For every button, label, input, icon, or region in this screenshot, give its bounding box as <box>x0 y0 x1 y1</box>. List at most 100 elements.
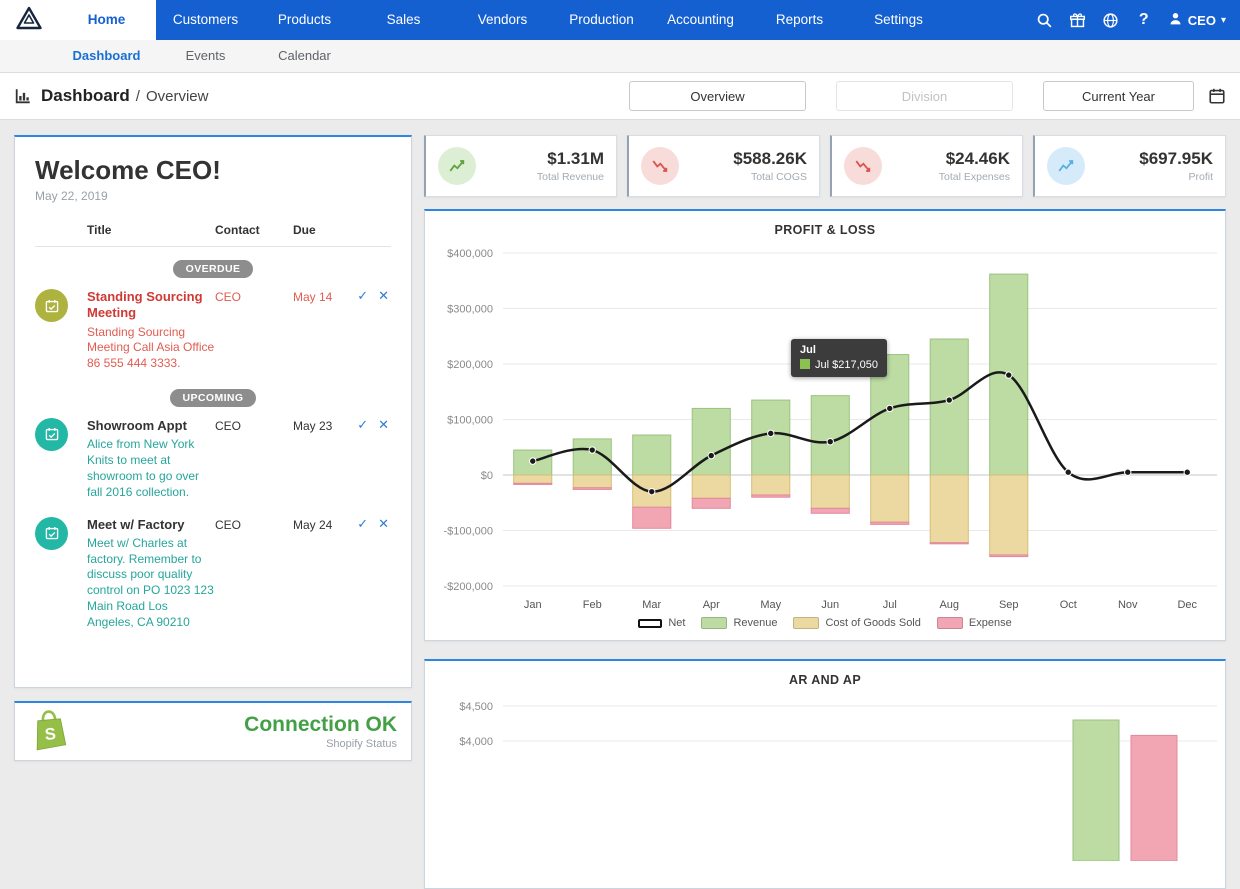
expense-bar-Sep[interactable] <box>990 555 1028 557</box>
nav-item-sales[interactable]: Sales <box>354 0 453 40</box>
calendar-button[interactable] <box>1208 87 1226 105</box>
svg-text:Jul: Jul <box>883 599 897 611</box>
complete-event-button[interactable]: ✓ <box>357 289 368 302</box>
nav-item-customers[interactable]: Customers <box>156 0 255 40</box>
cogs-bar-Jul[interactable] <box>871 475 909 522</box>
net-point-May[interactable] <box>768 430 774 436</box>
chevron-down-icon: ▾ <box>1221 15 1226 26</box>
logo-triangle-icon <box>16 6 42 35</box>
legend-item-cost-of-goods-sold[interactable]: Cost of Goods Sold <box>793 617 920 629</box>
event-row: Meet w/ FactoryMeet w/ Charles at factor… <box>35 517 391 631</box>
expense-bar-Mar[interactable] <box>633 507 671 528</box>
net-point-Feb[interactable] <box>589 447 595 453</box>
complete-event-button[interactable]: ✓ <box>357 517 368 530</box>
trend-chart-icon <box>1047 147 1085 185</box>
cogs-bar-Feb[interactable] <box>573 475 611 488</box>
app-logo[interactable] <box>0 0 57 40</box>
subnav-item-calendar[interactable]: Calendar <box>255 40 354 72</box>
subnav-item-dashboard[interactable]: Dashboard <box>57 40 156 72</box>
nav-item-products[interactable]: Products <box>255 0 354 40</box>
net-point-Jul[interactable] <box>887 405 893 411</box>
net-point-Dec[interactable] <box>1184 469 1190 475</box>
event-row: Standing Sourcing MeetingStanding Sourci… <box>35 289 391 372</box>
nav-item-home[interactable]: Home <box>57 0 156 40</box>
event-description: Alice from New York Knits to meet at sho… <box>87 437 215 500</box>
ap-bar[interactable] <box>1131 735 1177 861</box>
cogs-bar-Jan[interactable] <box>514 475 552 483</box>
legend-item-net[interactable]: Net <box>638 617 685 629</box>
overview-button[interactable]: Overview <box>629 81 806 111</box>
expense-bar-Jun[interactable] <box>811 508 849 513</box>
svg-text:$200,000: $200,000 <box>447 359 493 371</box>
net-point-Oct[interactable] <box>1065 469 1071 475</box>
net-point-Apr[interactable] <box>708 452 714 458</box>
svg-text:Mar: Mar <box>642 599 661 611</box>
dismiss-event-button[interactable]: ✕ <box>378 289 389 302</box>
legend-item-revenue[interactable]: Revenue <box>701 617 777 629</box>
svg-text:Nov: Nov <box>1118 599 1138 611</box>
kpi-value: $24.46K <box>939 149 1010 169</box>
globe-icon[interactable] <box>1102 11 1120 29</box>
column-header-contact: Contact <box>215 223 293 237</box>
net-line[interactable] <box>533 372 1188 491</box>
net-point-Sep[interactable] <box>1006 372 1012 378</box>
user-menu[interactable]: CEO ▾ <box>1168 11 1226 29</box>
revenue-bar-Mar[interactable] <box>633 435 671 475</box>
welcome-date: May 22, 2019 <box>35 189 391 203</box>
welcome-card: Welcome CEO! May 22, 2019 Title Contact … <box>14 135 412 688</box>
legend-item-expense[interactable]: Expense <box>937 617 1012 629</box>
welcome-title: Welcome CEO! <box>35 155 391 186</box>
svg-text:Oct: Oct <box>1060 599 1077 611</box>
bar-chart-icon <box>14 87 32 105</box>
kpi-label: Total Revenue <box>537 171 604 183</box>
subnav-item-events[interactable]: Events <box>156 40 255 72</box>
kpi-value: $697.95K <box>1139 149 1213 169</box>
nav-item-settings[interactable]: Settings <box>849 0 948 40</box>
cogs-bar-Apr[interactable] <box>692 475 730 498</box>
dismiss-event-button[interactable]: ✕ <box>378 517 389 530</box>
cogs-bar-May[interactable] <box>752 475 790 495</box>
shopify-status-card: S Connection OK Shopify Status <box>14 701 412 761</box>
revenue-bar-Aug[interactable] <box>930 339 968 475</box>
user-icon <box>1168 11 1183 29</box>
event-title: Showroom Appt <box>87 418 215 434</box>
nav-item-vendors[interactable]: Vendors <box>453 0 552 40</box>
page-title: Dashboard <box>41 86 130 106</box>
net-point-Aug[interactable] <box>946 397 952 403</box>
expense-bar-Jan[interactable] <box>514 483 552 484</box>
net-point-Mar[interactable] <box>649 488 655 494</box>
nav-item-reports[interactable]: Reports <box>750 0 849 40</box>
cogs-bar-Sep[interactable] <box>990 475 1028 555</box>
ar-ap-card: AR AND AP $4,500$4,000 <box>424 659 1226 889</box>
event-contact: CEO <box>215 289 293 372</box>
cogs-bar-Aug[interactable] <box>930 475 968 543</box>
expense-bar-Apr[interactable] <box>692 498 730 508</box>
gift-icon[interactable] <box>1069 11 1087 29</box>
revenue-bar-May[interactable] <box>752 400 790 475</box>
net-point-Jun[interactable] <box>827 439 833 445</box>
expense-bar-Jul[interactable] <box>871 522 909 524</box>
expense-bar-May[interactable] <box>752 495 790 497</box>
dismiss-event-button[interactable]: ✕ <box>378 418 389 431</box>
event-description: Meet w/ Charles at factory. Remember to … <box>87 536 215 631</box>
kpi-value: $1.31M <box>537 149 604 169</box>
complete-event-button[interactable]: ✓ <box>357 418 368 431</box>
ar-bar[interactable] <box>1073 720 1119 861</box>
nav-item-accounting[interactable]: Accounting <box>651 0 750 40</box>
svg-text:$400,000: $400,000 <box>447 248 493 260</box>
nav-item-production[interactable]: Production <box>552 0 651 40</box>
net-point-Jan[interactable] <box>530 458 536 464</box>
cogs-bar-Jun[interactable] <box>811 475 849 508</box>
ar-ap-chart[interactable]: $4,500$4,000 <box>425 691 1225 861</box>
profit-loss-chart[interactable]: $400,000$300,000$200,000$100,000$0-$100,… <box>425 241 1225 616</box>
svg-text:$4,000: $4,000 <box>459 736 493 748</box>
svg-text:Feb: Feb <box>583 599 602 611</box>
current-year-button[interactable]: Current Year <box>1043 81 1194 111</box>
net-point-Nov[interactable] <box>1125 469 1131 475</box>
svg-text:May: May <box>760 599 781 611</box>
search-icon[interactable] <box>1036 11 1054 29</box>
expense-bar-Aug[interactable] <box>930 543 968 544</box>
expense-bar-Feb[interactable] <box>573 488 611 490</box>
help-icon[interactable]: ? <box>1135 11 1153 29</box>
calendar-check-icon <box>35 517 68 550</box>
